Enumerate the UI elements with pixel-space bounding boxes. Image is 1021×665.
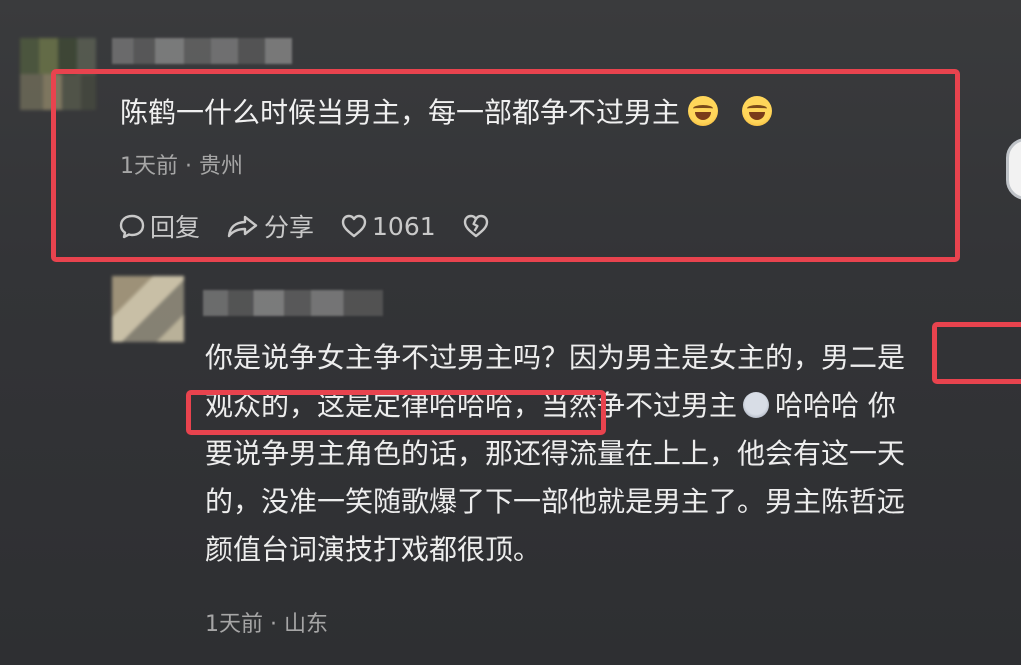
reply-avatar[interactable] — [112, 276, 184, 342]
side-float-button[interactable] — [1006, 138, 1021, 200]
reply-text: 你是说争女主争不过男主吗？因为男主是女主的，男二是 观众的，这是定律哈哈哈，当然… — [205, 334, 1021, 574]
reply-label: 回复 — [150, 213, 201, 242]
reply-line: 要说争男主角色的话，那还得流量在上上，他会有这一天 — [205, 437, 906, 470]
comment-text: 陈鹤一什么时候当男主，每一部都争不过男主 — [120, 94, 773, 132]
share-button[interactable]: 分享 — [226, 208, 314, 244]
reply-location: 山东 — [284, 612, 329, 637]
reply-line: 你是说争女主争不过男主吗？因为男主是女主的，男二是 — [205, 341, 906, 374]
share-arrow-icon — [227, 215, 258, 238]
annotation-box-phrase — [186, 390, 606, 435]
reply-time: 1天前 — [205, 612, 263, 637]
share-label: 分享 — [264, 213, 315, 242]
comment-time: 1天前 — [120, 154, 178, 179]
annotation-box-phrase — [932, 322, 1021, 384]
comment-meta: 1天前 · 贵州 — [120, 148, 243, 180]
comment-actions: 回复 分享 1061 — [118, 208, 490, 244]
like-count: 1061 — [372, 211, 436, 241]
comment-bubble-icon — [119, 214, 145, 239]
heart-icon — [341, 214, 367, 238]
laughing-crying-emoji-icon — [742, 96, 773, 126]
meta-separator: · — [185, 154, 192, 179]
laughing-crying-emoji-icon — [688, 96, 719, 126]
dislike-button[interactable] — [462, 212, 490, 240]
emoji-icon — [743, 392, 770, 418]
reply-button[interactable]: 回复 — [118, 208, 200, 244]
commenter-username-blurred[interactable] — [112, 38, 292, 64]
reply-line: 的，没准一笑随歌爆了下一部他就是男主了。男主陈哲远 — [205, 485, 906, 518]
like-button[interactable]: 1061 — [340, 212, 436, 241]
reply-line: 颜值台词演技打戏都很顶。 — [205, 533, 542, 566]
meta-separator: · — [270, 612, 277, 637]
broken-heart-icon — [463, 214, 488, 238]
comment-location: 贵州 — [199, 154, 244, 179]
reply-meta: 1天前 · 山东 — [205, 606, 328, 638]
reply-username-blurred[interactable] — [203, 290, 383, 316]
